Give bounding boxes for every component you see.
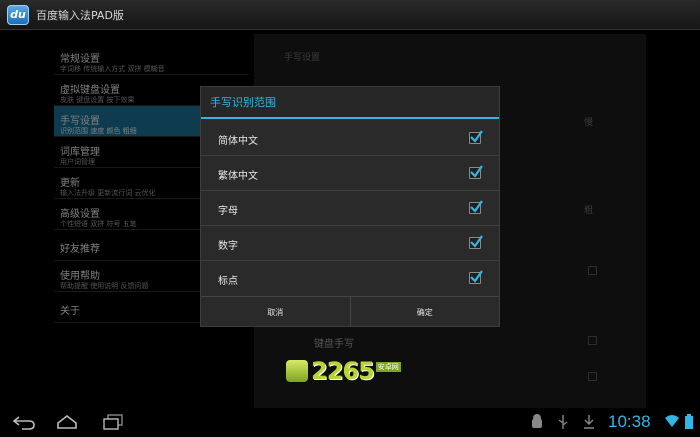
home-icon[interactable] [56, 414, 78, 430]
option-label: 繁体中文 [218, 171, 258, 182]
checkbox-checked[interactable] [469, 130, 483, 144]
title-bar: du 百度输入法PAD版 [0, 0, 700, 30]
ok-button[interactable]: 确定 [349, 297, 500, 327]
house-logo-icon [286, 360, 308, 382]
checkbox-checked[interactable] [469, 165, 483, 179]
screen: du 百度输入法PAD版 常规设置 字词移 传统输入方式 双拼 模糊音 虚拟键盘… [0, 0, 700, 437]
option-simplified-chinese[interactable]: 简体中文 [201, 121, 499, 156]
option-numbers[interactable]: 数字 [201, 226, 499, 261]
cancel-button[interactable]: 取消 [201, 297, 350, 327]
watermark-text: 2265 [311, 357, 375, 385]
site-watermark: 2265 安卓网 [286, 356, 401, 386]
dialog-button-bar: 取消 确定 [201, 296, 499, 327]
check-mark-icon [470, 165, 483, 178]
option-label: 字母 [218, 206, 238, 217]
wifi-icon [665, 415, 679, 427]
option-label: 数字 [218, 241, 238, 252]
check-mark-icon [470, 130, 483, 143]
app-title: 百度输入法PAD版 [36, 8, 124, 22]
battery-icon [685, 414, 693, 429]
checkbox-checked[interactable] [469, 270, 483, 284]
watermark-sub: 安卓网 [375, 362, 401, 372]
back-icon[interactable] [12, 414, 36, 430]
option-punctuation[interactable]: 标点 [201, 261, 499, 296]
option-traditional-chinese[interactable]: 繁体中文 [201, 156, 499, 191]
checkbox-checked[interactable] [469, 235, 483, 249]
baidu-input-logo-icon: du [7, 4, 29, 25]
check-mark-icon [470, 235, 483, 248]
download-icon [584, 415, 594, 429]
android-debug-icon [532, 414, 542, 428]
checkbox-checked[interactable] [469, 200, 483, 214]
recognition-range-dialog: 手写识别范围 简体中文 繁体中文 字母 数字 标点 取消 确定 [200, 86, 500, 327]
recent-apps-icon[interactable] [102, 414, 124, 430]
check-mark-icon [470, 270, 483, 283]
system-navigation-bar: 10:38 [0, 408, 700, 437]
option-label: 标点 [218, 276, 238, 287]
usb-icon [558, 415, 568, 429]
option-letters[interactable]: 字母 [201, 191, 499, 226]
dialog-title: 手写识别范围 [201, 87, 499, 119]
option-label: 简体中文 [218, 136, 258, 147]
clock: 10:38 [608, 412, 651, 431]
check-mark-icon [470, 200, 483, 213]
